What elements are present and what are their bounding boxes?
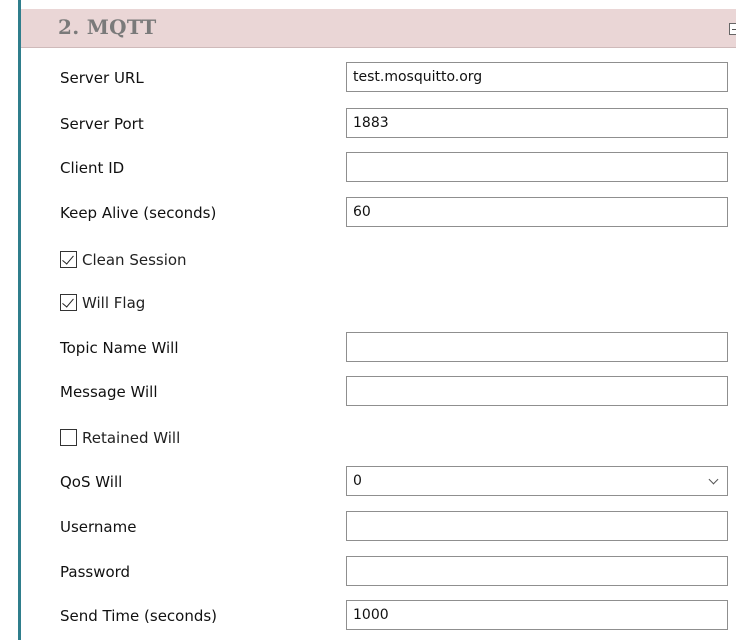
server-port-label: Server Port — [60, 115, 144, 133]
message-will-input[interactable] — [346, 376, 728, 406]
server-url-label: Server URL — [60, 69, 144, 87]
topic-name-will-input[interactable] — [346, 332, 728, 362]
client-id-row: Client ID — [40, 152, 730, 184]
page-background — [0, 0, 18, 640]
topic-name-will-label: Topic Name Will — [60, 339, 179, 357]
clean-session-checkbox[interactable] — [60, 251, 77, 268]
username-label: Username — [60, 518, 137, 536]
retained-will-label: Retained Will — [82, 429, 181, 447]
qos-will-selected-value: 0 — [353, 473, 362, 489]
send-time-row: Send Time (seconds) 1000 — [40, 600, 730, 632]
password-input[interactable] — [346, 556, 728, 586]
server-port-row: Server Port 1883 — [40, 108, 730, 140]
keep-alive-label: Keep Alive (seconds) — [60, 204, 217, 222]
client-id-label: Client ID — [60, 159, 125, 177]
keep-alive-input[interactable]: 60 — [346, 197, 728, 227]
send-time-input[interactable]: 1000 — [346, 600, 728, 630]
server-url-input[interactable]: test.mosquitto.org — [346, 62, 728, 92]
clean-session-label: Clean Session — [82, 251, 187, 269]
will-flag-checkbox[interactable] — [60, 294, 77, 311]
panel-accent-bar — [18, 0, 21, 640]
section-header[interactable]: 2. MQTT — [21, 9, 736, 48]
message-will-row: Message Will — [40, 376, 730, 408]
chevron-down-icon — [708, 474, 719, 485]
will-flag-label: Will Flag — [82, 294, 146, 312]
keep-alive-row: Keep Alive (seconds) 60 — [40, 197, 730, 229]
section-title: 2. MQTT — [58, 15, 157, 39]
password-row: Password — [40, 556, 730, 588]
qos-will-select[interactable]: 0 — [346, 466, 728, 496]
server-port-input[interactable]: 1883 — [346, 108, 728, 138]
username-row: Username — [40, 511, 730, 543]
mqtt-section-panel: 2. MQTT Server URL test.mosquitto.org Se… — [18, 0, 736, 640]
client-id-input[interactable] — [346, 152, 728, 182]
password-label: Password — [60, 563, 131, 581]
username-input[interactable] — [346, 511, 728, 541]
retained-will-checkbox[interactable] — [60, 429, 77, 446]
qos-will-row: QoS Will 0 — [40, 466, 730, 498]
message-will-label: Message Will — [60, 383, 158, 401]
topic-name-will-row: Topic Name Will — [40, 332, 730, 364]
server-url-row: Server URL test.mosquitto.org — [40, 62, 730, 94]
send-time-label: Send Time (seconds) — [60, 607, 218, 625]
collapse-icon[interactable] — [729, 23, 736, 35]
qos-will-label: QoS Will — [60, 473, 123, 491]
